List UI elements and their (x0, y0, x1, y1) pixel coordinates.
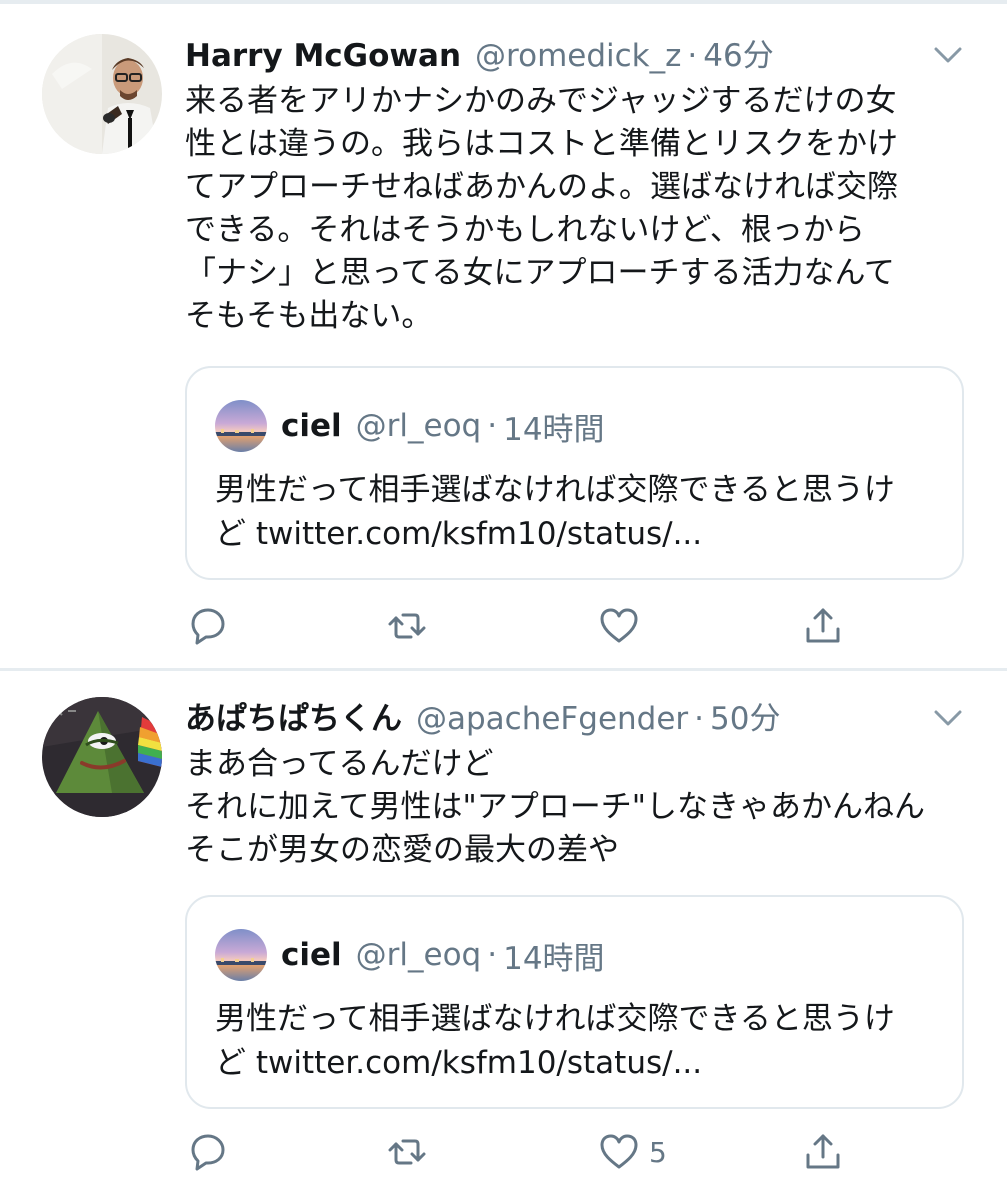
quoted-link[interactable]: twitter.com/ksfm10/status/... (256, 1045, 702, 1081)
quoted-text-line: 男性だって相手選ばなければ交際できると思うけ (215, 472, 895, 508)
tweet[interactable]: Harry McGowan @romedick_z · 46分 来る者をアリかナ… (0, 4, 1007, 671)
quoted-text-line: ど twitter.com/ksfm10/status/... (215, 1041, 942, 1085)
quoted-link[interactable]: twitter.com/ksfm10/status/... (256, 516, 702, 552)
separator: · (687, 38, 698, 74)
quoted-tweet[interactable]: ciel @rl_eoq · 14時間 男性だって相手選ばなければ交際できると思… (185, 895, 964, 1109)
share-button[interactable] (801, 1127, 845, 1177)
share-icon (806, 608, 840, 643)
quoted-tweet[interactable]: ciel @rl_eoq · 14時間 男性だって相手選ばなければ交際できると思… (185, 366, 964, 580)
share-button[interactable] (801, 601, 845, 651)
user-handle[interactable]: @rl_eoq (356, 937, 482, 973)
heart-icon (600, 608, 638, 643)
user-handle[interactable]: @romedick_z (475, 32, 681, 80)
timestamp[interactable]: 14時間 (503, 404, 604, 449)
chevron-down-icon[interactable] (931, 38, 965, 72)
tweet-header: Harry McGowan @romedick_z · 46分 (185, 32, 965, 80)
tweet-header: あぱちぱちくん @apacheFgender · 50分 (185, 695, 965, 743)
user-handle[interactable]: @rl_eoq (356, 408, 482, 444)
quoted-text-line: ど twitter.com/ksfm10/status/... (215, 512, 942, 556)
timestamp[interactable]: 46分 (703, 32, 773, 80)
quoted-tweet-text: 男性だって相手選ばなければ交際できると思うけ ど twitter.com/ksf… (215, 997, 942, 1085)
avatar (215, 400, 267, 452)
quoted-text-prefix: ど (215, 1045, 256, 1081)
like-button[interactable]: 5 (597, 1127, 667, 1177)
reply-button[interactable] (185, 1127, 229, 1177)
display-name[interactable]: ciel (281, 937, 342, 973)
tweet-text: まあ合ってるんだけど それに加えて男性は"アプローチ"しなきゃあかんねん そこが… (185, 746, 925, 868)
display-name[interactable]: あぱちぱちくん (185, 695, 402, 743)
tweet-content: Harry McGowan @romedick_z · 46分 来る者をアリかナ… (185, 32, 965, 338)
display-name[interactable]: Harry McGowan (185, 32, 461, 80)
heart-icon (600, 1134, 638, 1169)
avatar-photo-sky (215, 400, 267, 452)
like-button[interactable] (597, 601, 649, 651)
like-count: 5 (649, 1135, 667, 1169)
tweet-text: 来る者をアリかナシかのみでジャッジするだけの女 性とは違うの。我らはコストと準備… (185, 83, 898, 334)
separator: · (694, 701, 705, 737)
avatar[interactable] (42, 34, 162, 154)
avatar-pepe-pyramid (42, 697, 162, 817)
reply-icon (191, 1134, 225, 1171)
tweet[interactable]: あぱちぱちくん @apacheFgender · 50分 まあ合ってるんだけど … (0, 671, 1007, 1200)
avatar (215, 929, 267, 981)
display-name[interactable]: ciel (281, 408, 342, 444)
retweet-button[interactable] (385, 601, 429, 651)
quoted-text-prefix: ど (215, 516, 256, 552)
quoted-text-line: 男性だって相手選ばなければ交際できると思うけ (215, 1001, 895, 1037)
retweet-icon (388, 613, 426, 639)
tweet-actions: 5 (185, 1127, 885, 1177)
timestamp[interactable]: 14時間 (503, 933, 604, 978)
user-handle[interactable]: @apacheFgender (416, 695, 688, 743)
tweet-actions (185, 601, 885, 651)
retweet-button[interactable] (385, 1127, 429, 1177)
share-icon (806, 1134, 840, 1169)
separator: · (487, 937, 498, 973)
avatar[interactable] (42, 697, 162, 817)
timestamp[interactable]: 50分 (710, 695, 780, 743)
quoted-tweet-text: 男性だって相手選ばなければ交際できると思うけ ど twitter.com/ksf… (215, 468, 942, 556)
retweet-icon (388, 1139, 426, 1165)
quoted-tweet-header: ciel @rl_eoq · 14時間 (215, 398, 605, 454)
reply-button[interactable] (185, 601, 229, 651)
reply-icon (191, 608, 225, 645)
separator: · (487, 408, 498, 444)
chevron-down-icon[interactable] (931, 701, 965, 735)
avatar-photo-man-glasses (42, 34, 162, 154)
quoted-tweet-header: ciel @rl_eoq · 14時間 (215, 927, 605, 983)
tweet-content: あぱちぱちくん @apacheFgender · 50分 まあ合ってるんだけど … (185, 695, 965, 872)
avatar-photo-sky (215, 929, 267, 981)
